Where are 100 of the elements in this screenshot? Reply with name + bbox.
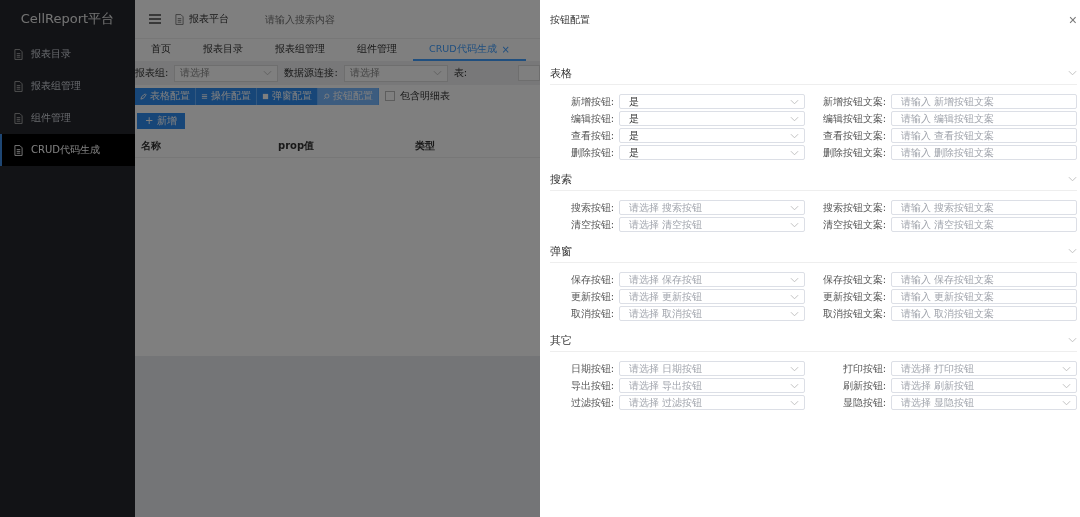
tab[interactable]: 报表组管理	[259, 39, 341, 61]
field-label: 新增按钮文案:	[821, 95, 886, 109]
select-field[interactable]	[518, 65, 540, 81]
column-header: 名称	[141, 139, 162, 153]
tab[interactable]: 报表目录	[187, 39, 259, 61]
input-field[interactable]: 请输入 新增按钮文案	[891, 94, 1077, 109]
config-button[interactable]: 操作配置	[196, 87, 257, 105]
drawer-title: 按钮配置	[550, 13, 590, 27]
chevron-down-icon	[432, 70, 442, 76]
config-button[interactable]: 表格配置	[135, 87, 196, 105]
chevron-down-icon	[1062, 399, 1071, 406]
app-logo: CellReport平台	[19, 10, 116, 28]
field-label: 清空按钮:	[569, 218, 614, 232]
field-label: 更新按钮文案:	[821, 290, 886, 304]
section-title: 搜索	[550, 171, 572, 187]
select-field[interactable]: 是	[619, 145, 805, 160]
field-label: 删除按钮文案:	[821, 146, 886, 160]
config-button[interactable]: 弹窗配置	[257, 87, 318, 105]
field-label: 搜索按钮:	[569, 201, 614, 215]
document-icon	[14, 80, 23, 92]
filter-label: 表:	[453, 66, 468, 80]
input-field[interactable]: 请输入 搜索按钮文案	[891, 200, 1077, 215]
filter-label: 数据源连接:	[284, 66, 338, 80]
filter-label: 报表组:	[135, 66, 169, 80]
chevron-down-icon	[790, 382, 799, 389]
chevron-down-icon	[790, 276, 799, 283]
field-label: 显隐按钮:	[841, 396, 886, 410]
select-field[interactable]: 是	[619, 128, 805, 143]
input-field[interactable]: 请输入 更新按钮文案	[891, 289, 1077, 304]
field-label: 清空按钮文案:	[821, 218, 886, 232]
field-label: 编辑按钮:	[569, 112, 614, 126]
input-field[interactable]: 请输入 清空按钮文案	[891, 217, 1077, 232]
select-field[interactable]: 请选择 过滤按钮	[619, 395, 805, 410]
field-label: 编辑按钮文案:	[821, 112, 886, 126]
field-label: 更新按钮:	[569, 290, 614, 304]
field-label: 刷新按钮:	[841, 379, 886, 393]
input-field[interactable]: 请输入 编辑按钮文案	[891, 111, 1077, 126]
collapse-chevron-icon	[1068, 176, 1077, 182]
document-icon	[14, 112, 23, 124]
chevron-down-icon	[790, 221, 799, 228]
section-title: 弹窗	[550, 243, 572, 259]
chevron-down-icon	[790, 115, 799, 122]
field-label: 保存按钮:	[569, 273, 614, 287]
input-field[interactable]: 请输入 删除按钮文案	[891, 145, 1077, 160]
field-label: 删除按钮:	[569, 146, 614, 160]
breadcrumb[interactable]: 报表平台	[189, 12, 229, 26]
chevron-down-icon	[263, 70, 273, 76]
sidebar-item[interactable]: 报表目录	[0, 38, 135, 70]
close-button[interactable]: ×	[1068, 12, 1077, 28]
select-field[interactable]: 是	[619, 111, 805, 126]
chevron-down-icon	[1062, 382, 1071, 389]
chevron-down-icon	[790, 399, 799, 406]
search-icon	[323, 92, 330, 100]
select-field[interactable]: 请选择 保存按钮	[619, 272, 805, 287]
tab[interactable]: 首页	[135, 39, 187, 61]
select-field[interactable]: 请选择 显隐按钮	[891, 395, 1077, 410]
field-label: 过滤按钮:	[569, 396, 614, 410]
document-icon	[14, 144, 23, 156]
tab[interactable]: 组件管理	[341, 39, 413, 61]
column-header: 类型	[415, 139, 436, 153]
field-label: 搜索按钮文案:	[821, 201, 886, 215]
select-field[interactable]: 请选择 清空按钮	[619, 217, 805, 232]
select-field[interactable]: 请选择 打印按钮	[891, 361, 1077, 376]
select-field[interactable]: 请选择 日期按钮	[619, 361, 805, 376]
menu-icon[interactable]	[149, 14, 161, 24]
select-field[interactable]: 请选择 取消按钮	[619, 306, 805, 321]
input-field[interactable]: 请输入 查看按钮文案	[891, 128, 1077, 143]
sidebar-item[interactable]: 报表组管理	[0, 70, 135, 102]
pencil-icon	[140, 92, 147, 100]
search-field[interactable]: 请输入搜索内容	[263, 12, 387, 26]
input-field[interactable]: 请输入 取消按钮文案	[891, 306, 1077, 321]
field-label: 打印按钮:	[841, 362, 886, 376]
chevron-down-icon	[790, 132, 799, 139]
field-label: 新增按钮:	[569, 95, 614, 109]
select-field[interactable]: 请选择 导出按钮	[619, 378, 805, 393]
select-field[interactable]: 请选择 搜索按钮	[619, 200, 805, 215]
list-icon	[201, 92, 208, 100]
field-label: 取消按钮:	[569, 307, 614, 321]
select-field[interactable]: 请选择 刷新按钮	[891, 378, 1077, 393]
field-label: 日期按钮:	[569, 362, 614, 376]
column-header: prop值	[278, 139, 316, 153]
input-field[interactable]: 请输入 保存按钮文案	[891, 272, 1077, 287]
collapse-chevron-icon	[1068, 337, 1077, 343]
document-icon	[175, 13, 184, 25]
close-icon[interactable]: ×	[501, 43, 510, 55]
chevron-down-icon	[790, 365, 799, 372]
section-title: 其它	[550, 332, 572, 348]
chevron-down-icon	[1062, 365, 1071, 372]
add-button[interactable]: + 新增	[137, 113, 185, 129]
sidebar-item[interactable]: 组件管理	[0, 102, 135, 134]
select-field[interactable]: 请选择 更新按钮	[619, 289, 805, 304]
field-label: 取消按钮文案:	[821, 307, 886, 321]
chevron-down-icon	[790, 310, 799, 317]
sidebar-item[interactable]: CRUD代码生成	[0, 134, 135, 166]
select-field[interactable]: 是	[619, 94, 805, 109]
document-icon	[14, 48, 23, 60]
field-label: 查看按钮文案:	[821, 129, 886, 143]
collapse-chevron-icon	[1068, 248, 1077, 254]
collapse-chevron-icon	[1068, 70, 1077, 76]
checkbox[interactable]	[385, 91, 395, 101]
